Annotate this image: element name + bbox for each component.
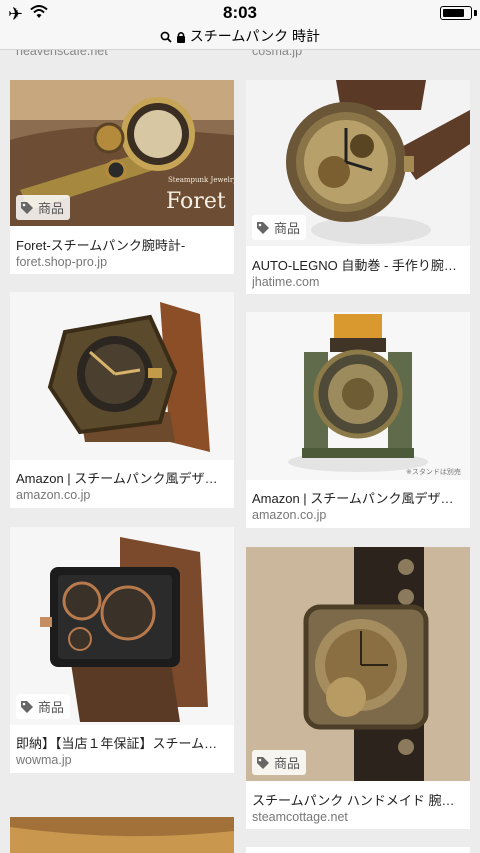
- result-card-auto-legno[interactable]: 商品 AUTO-LEGNO 自動巻 - 手作り腕… jhatime.com: [246, 80, 470, 294]
- search-icon: [160, 31, 172, 43]
- result-domain: foret.shop-pro.jp: [16, 255, 108, 269]
- result-card-amazon-2[interactable]: ※スタンドは別売 Amazon | スチームパンク風デザ… amazon.co.…: [246, 312, 470, 528]
- badge-label: 商品: [274, 756, 301, 771]
- result-domain: steamcottage.net: [252, 810, 348, 824]
- battery-tip: [474, 10, 477, 16]
- badge-label: 商品: [38, 201, 65, 216]
- result-image[interactable]: Steampunk Jewelry Foret 商品: [10, 80, 234, 226]
- result-image[interactable]: 商品: [246, 80, 470, 246]
- result-image[interactable]: 商品: [246, 547, 470, 781]
- result-card-amazon-1[interactable]: Amazon | スチームパンク風デザイ… amazon.co.jp: [10, 292, 234, 508]
- result-image[interactable]: [10, 292, 234, 460]
- result-card-partial-left[interactable]: [10, 817, 234, 853]
- product-badge: 商品: [16, 694, 71, 719]
- badge-label: 商品: [274, 221, 301, 236]
- result-image[interactable]: [10, 817, 234, 853]
- result-domain: jhatime.com: [252, 275, 320, 289]
- tag-icon: [21, 201, 33, 214]
- result-caption[interactable]: スチームパンク ハンドメイド 腕…: [252, 790, 464, 809]
- lock-icon: [176, 32, 185, 43]
- url-text: スチームパンク 時計: [189, 28, 320, 44]
- result-domain: amazon.co.jp: [252, 508, 327, 522]
- result-domain: amazon.co.jp: [16, 488, 91, 502]
- badge-label: 商品: [38, 700, 65, 715]
- note-text: ※スタンドは別売: [406, 467, 461, 476]
- tag-icon: [257, 756, 269, 769]
- tag-icon: [257, 221, 269, 234]
- result-card-foret[interactable]: Steampunk Jewelry Foret 商品 Foret-スチームパンク…: [10, 80, 234, 274]
- product-badge: 商品: [252, 215, 307, 240]
- result-caption[interactable]: 即納】【当店１年保証】スチーム…: [16, 733, 228, 752]
- result-domain: wowma.jp: [16, 753, 72, 767]
- result-caption[interactable]: Foret-スチームパンク腕時計-: [16, 235, 228, 254]
- result-card-steamcottage[interactable]: 商品 スチームパンク ハンドメイド 腕… steamcottage.net: [246, 547, 470, 829]
- result-card-wowma[interactable]: 商品 即納】【当店１年保証】スチーム… wowma.jp: [10, 527, 234, 773]
- tag-icon: [21, 700, 33, 713]
- watermark-small: Steampunk Jewelry: [168, 176, 234, 184]
- product-badge: 商品: [252, 750, 307, 775]
- result-caption[interactable]: Amazon | スチームパンク風デザイ…: [16, 468, 228, 487]
- result-image[interactable]: ※スタンドは別売: [246, 312, 470, 480]
- result-caption[interactable]: AUTO-LEGNO 自動巻 - 手作り腕…: [252, 255, 464, 274]
- address-bar[interactable]: スチームパンク 時計: [0, 26, 480, 46]
- status-bar: ✈ 8:03 スチームパンク 時計: [0, 0, 480, 50]
- watermark-big: Foret: [166, 189, 226, 214]
- result-image[interactable]: 商品: [10, 527, 234, 725]
- product-badge: 商品: [16, 195, 71, 220]
- battery-level: [443, 9, 465, 17]
- results-grid: heavenscafe.net cosma.jp Steampunk Jewel…: [0, 0, 480, 853]
- result-caption[interactable]: Amazon | スチームパンク風デザ…: [252, 488, 464, 507]
- battery-icon: [440, 6, 472, 20]
- result-card-partial-right[interactable]: [246, 847, 470, 853]
- clock: 8:03: [222, 3, 258, 22]
